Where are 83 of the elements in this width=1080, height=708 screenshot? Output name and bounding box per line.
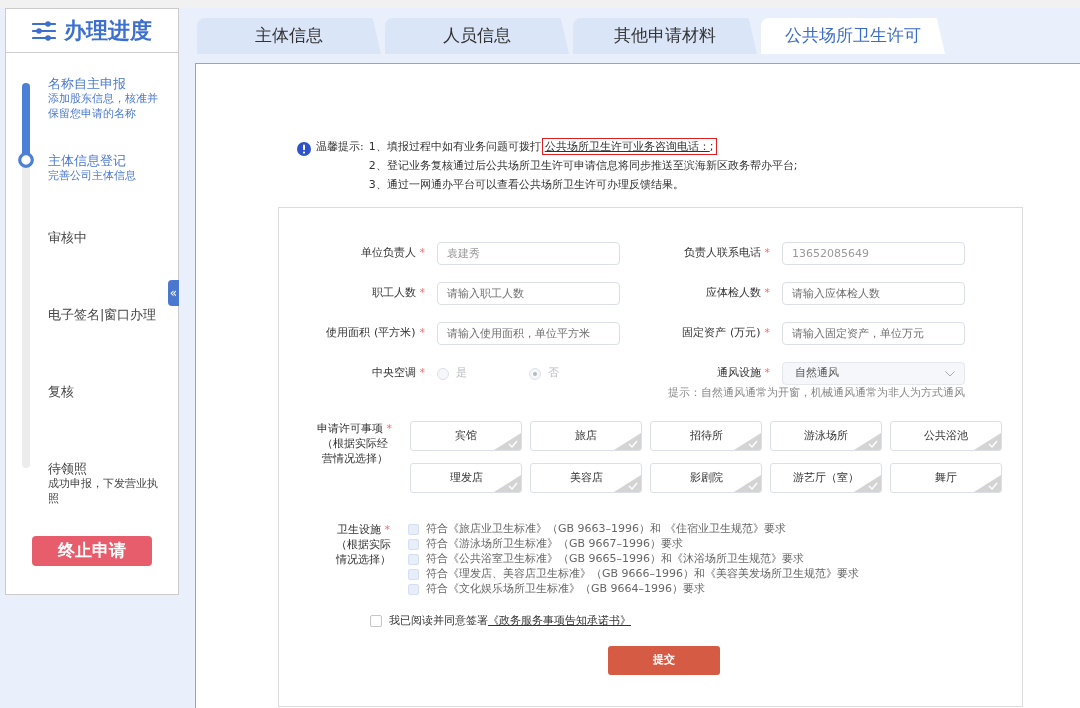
- text-input[interactable]: 请输入职工人数: [437, 282, 620, 305]
- tab[interactable]: 人员信息: [385, 18, 569, 54]
- required-mark: *: [764, 365, 770, 382]
- option-tile[interactable]: 美容店: [530, 463, 642, 493]
- required-mark: *: [384, 523, 390, 536]
- checkbox-label: 符合《游泳场所卫生标准》（GB 9667–1996）要求: [426, 536, 684, 553]
- option-tile[interactable]: 游艺厅（室）: [770, 463, 882, 493]
- step-title: 复核: [48, 384, 75, 399]
- option-tile[interactable]: 宾馆: [410, 421, 522, 451]
- step-title: 名称自主申报: [48, 76, 127, 91]
- check-corner-icon: [974, 433, 1001, 450]
- text-input[interactable]: 请输入固定资产，单位万元: [782, 322, 965, 345]
- sliders-icon: [32, 20, 56, 41]
- check-corner-icon: [734, 433, 761, 450]
- field-label: 职工人数: [371, 285, 416, 302]
- notice-suffix: ;: [709, 140, 714, 153]
- option-tile[interactable]: 舞厅: [890, 463, 1002, 493]
- check-corner-icon: [734, 475, 761, 492]
- field-label: 固定资产 (万元): [682, 325, 761, 342]
- notice-text: 3、通过一网通办平台可以查看公共场所卫生许可办理反馈结果。: [368, 177, 685, 193]
- progress-title: 办理进度: [64, 17, 152, 45]
- field-label: 使用面积 (平方米): [326, 325, 416, 342]
- required-mark: *: [764, 245, 770, 262]
- step-description: 成功申报，下发营业执照: [48, 476, 159, 506]
- tab[interactable]: 其他申请材料: [573, 18, 757, 54]
- field-label: 单位负责人: [360, 245, 416, 262]
- check-corner-icon: [974, 475, 1001, 492]
- required-mark: *: [386, 422, 392, 435]
- collapse-tab[interactable]: «: [168, 280, 179, 306]
- required-mark: *: [764, 285, 770, 302]
- text-input[interactable]: 请输入使用面积，单位平方米: [437, 322, 620, 345]
- chevron-down-icon: [945, 370, 955, 377]
- option-tile[interactable]: 游泳场所: [770, 421, 882, 451]
- field-label: 应体检人数: [705, 285, 761, 302]
- field-note: （根据实际情况选择）: [334, 537, 392, 567]
- checkbox-label: 符合《旅店业卫生标准》（GB 9663–1996）和 《住宿业卫生规范》要求: [426, 521, 786, 538]
- agreement-text: 我已阅读并同意签署《政务服务事项告知承诺书》: [389, 613, 631, 629]
- field-label: 通风设施: [716, 365, 761, 382]
- tab[interactable]: 公共场所卫生许可: [761, 18, 945, 54]
- hotline-link[interactable]: 公共场所卫生许可业务咨询电话：: [544, 140, 710, 153]
- submit-button[interactable]: 提交: [608, 645, 720, 675]
- agreement-link[interactable]: 《政务服务事项告知承诺书》: [488, 614, 631, 627]
- option-tile[interactable]: 影剧院: [650, 463, 762, 493]
- option-tile[interactable]: 招待所: [650, 421, 762, 451]
- check-corner-icon: [494, 475, 521, 492]
- field-label: 中央空调: [371, 365, 416, 382]
- notice-label: 温馨提示:: [316, 139, 364, 155]
- check-corner-icon: [614, 475, 641, 492]
- info-icon: [297, 142, 311, 156]
- field-note: （根据实际经营情况选择）: [320, 436, 389, 466]
- radio-label: 是: [456, 365, 467, 382]
- text-input[interactable]: 请输入应体检人数: [782, 282, 965, 305]
- check-corner-icon: [854, 433, 881, 450]
- required-mark: *: [419, 325, 425, 342]
- required-mark: *: [419, 365, 425, 382]
- check-corner-icon: [494, 433, 521, 450]
- field-label: 卫生设施: [336, 523, 381, 536]
- checkbox-label: 符合《理发店、美容店卫生标准》（GB 9666–1996）和《美容美发场所卫生规范》要求: [426, 566, 860, 583]
- notice-text: 2、登记业务复核通过后公共场所卫生许可申请信息将同步推送至滨海新区政务帮办平台;: [368, 158, 798, 174]
- required-mark: *: [764, 325, 770, 342]
- required-mark: *: [419, 285, 425, 302]
- option-tile[interactable]: 公共浴池: [890, 421, 1002, 451]
- checkbox-label: 符合《文化娱乐场所卫生标准》（GB 9664–1996）要求: [426, 581, 706, 598]
- notice-text: 1、填报过程中如有业务问题可拨打 公共场所卫生许可业务咨询电话：;: [368, 137, 798, 156]
- tab[interactable]: 主体信息: [197, 18, 381, 54]
- option-tile[interactable]: 旅店: [530, 421, 642, 451]
- step-title: 审核中: [48, 230, 88, 245]
- field-label: 申请许可事项: [317, 422, 383, 435]
- checkbox[interactable]: [370, 615, 382, 628]
- check-corner-icon: [854, 475, 881, 492]
- step-description: 完善公司主体信息: [48, 168, 137, 183]
- step-title: 待领照: [48, 461, 88, 476]
- required-mark: *: [419, 245, 425, 262]
- hint-text: 提示：自然通风通常为开窗，机械通风通常为非人为方式通风: [668, 386, 965, 401]
- step-title: 电子签名|窗口办理: [48, 307, 158, 322]
- checkbox-label: 符合《公共浴室卫生标准》（GB 9665–1996）和《沐浴场所卫生规范》要求: [426, 551, 805, 567]
- check-corner-icon: [614, 433, 641, 450]
- field-label: 负责人联系电话: [683, 245, 761, 262]
- ring-icon: [18, 152, 34, 168]
- step-description: 添加股东信息，核准并保留您申请的名称: [48, 91, 159, 121]
- option-tile[interactable]: 理发店: [410, 463, 522, 493]
- step-title: 主体信息登记: [48, 153, 127, 168]
- radio-label: 否: [547, 365, 559, 382]
